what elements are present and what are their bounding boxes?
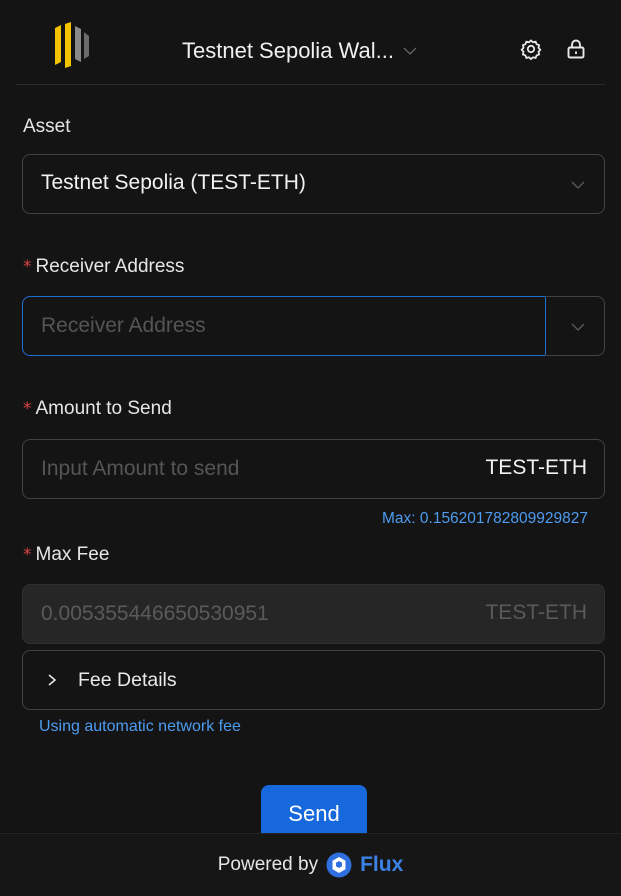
automatic-fee-note: Using automatic network fee xyxy=(39,718,241,735)
chevron-down-icon xyxy=(571,181,585,189)
lock-icon[interactable] xyxy=(564,37,588,61)
receiver-label: * Receiver Address xyxy=(23,256,184,278)
address-book-dropdown[interactable] xyxy=(545,296,605,356)
fee-details-label: Fee Details xyxy=(78,669,177,691)
chevron-down-icon xyxy=(403,47,417,55)
required-mark: * xyxy=(23,545,32,565)
amount-label: * Amount to Send xyxy=(23,398,172,420)
amount-input[interactable]: Input Amount to send TEST-ETH xyxy=(22,439,605,499)
header: Testnet Sepolia Wal... xyxy=(16,0,605,85)
wallet-name: Testnet Sepolia Wal... xyxy=(182,38,394,63)
max-fee-unit: TEST-ETH xyxy=(485,601,587,624)
chevron-down-icon xyxy=(571,323,585,331)
required-mark: * xyxy=(23,399,32,419)
required-mark: * xyxy=(23,257,32,277)
asset-label: Asset xyxy=(23,116,71,137)
max-fee-input: 0.005355446650530951 TEST-ETH xyxy=(22,584,605,644)
chevron-right-icon xyxy=(48,674,57,686)
powered-by-text: Powered by xyxy=(217,854,319,875)
max-amount-link[interactable]: Max: 0.156201782809929827 xyxy=(382,510,588,528)
amount-unit: TEST-ETH xyxy=(485,456,587,479)
receiver-label-text: Receiver Address xyxy=(35,256,185,277)
gear-icon[interactable] xyxy=(519,37,543,61)
max-fee-label-text: Max Fee xyxy=(35,544,110,565)
max-fee-value: 0.005355446650530951 xyxy=(41,602,269,625)
flux-brand[interactable]: Flux xyxy=(360,853,403,877)
receiver-address-input[interactable]: Receiver Address xyxy=(22,296,546,356)
max-fee-label: * Max Fee xyxy=(23,544,109,566)
amount-placeholder: Input Amount to send xyxy=(41,457,240,480)
asset-selected-value: Testnet Sepolia (TEST-ETH) xyxy=(41,171,306,194)
fee-details-collapse[interactable]: Fee Details xyxy=(22,650,605,710)
wallet-selector[interactable]: Testnet Sepolia Wal... xyxy=(182,36,418,66)
receiver-placeholder: Receiver Address xyxy=(41,314,206,337)
amount-label-text: Amount to Send xyxy=(35,398,172,419)
asset-select[interactable]: Testnet Sepolia (TEST-ETH) xyxy=(22,154,605,214)
footer: Powered by Flux xyxy=(0,833,621,896)
logo-icon xyxy=(55,22,89,68)
flux-logo-icon xyxy=(326,852,352,878)
